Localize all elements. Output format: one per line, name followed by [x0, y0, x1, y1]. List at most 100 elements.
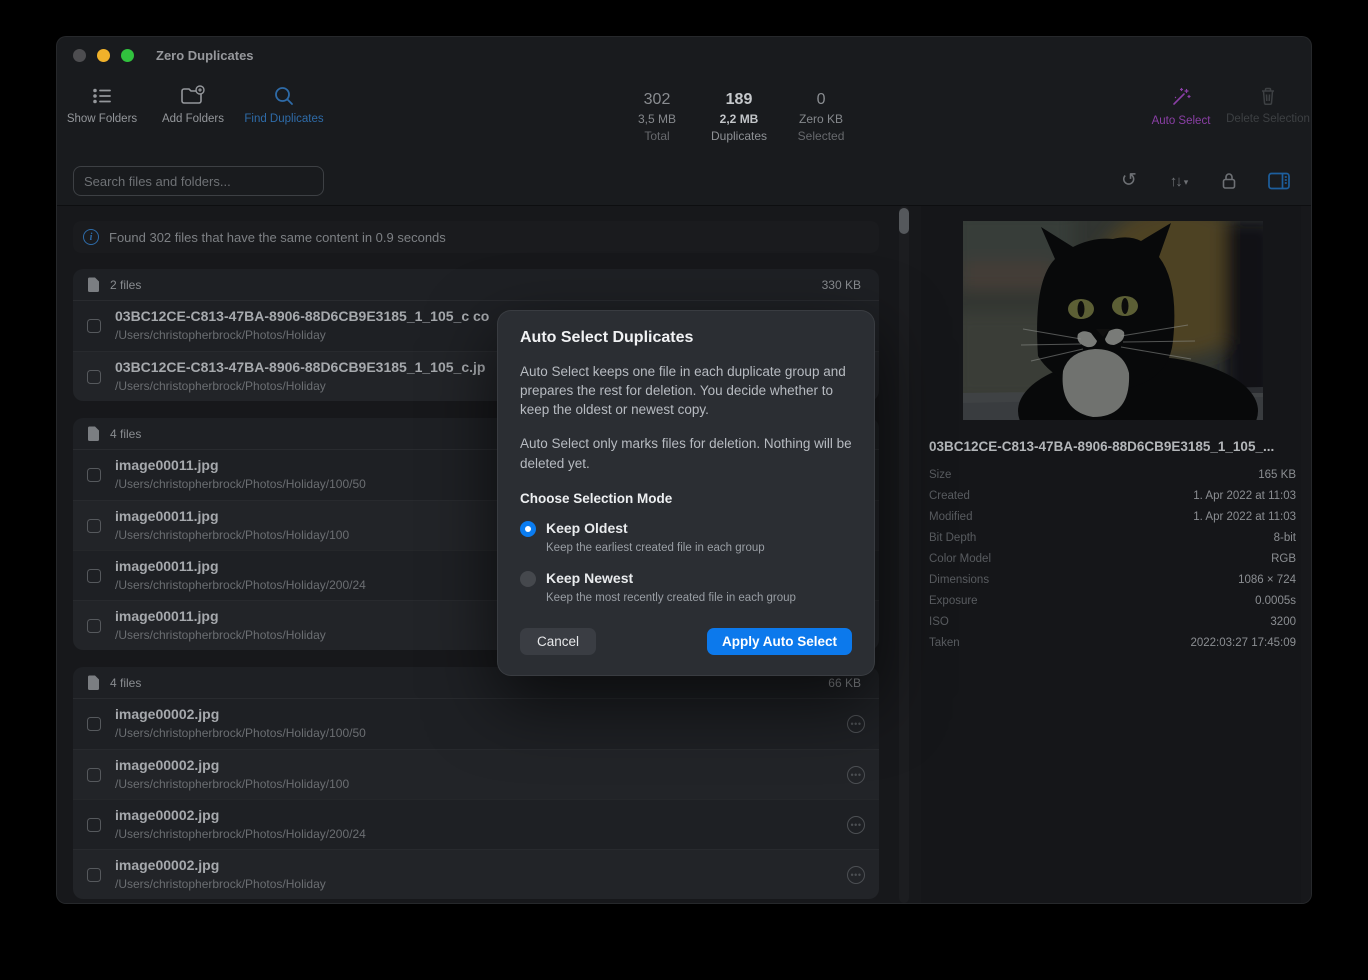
detail-row: Exposure0.0005s — [929, 590, 1296, 611]
delete-selection-label: Delete Selection — [1226, 112, 1310, 126]
apply-auto-select-button[interactable]: Apply Auto Select — [707, 628, 852, 655]
file-checkbox[interactable] — [87, 868, 101, 882]
trash-icon — [1257, 85, 1279, 107]
file-checkbox[interactable] — [87, 319, 101, 333]
lock-icon — [1220, 171, 1238, 191]
keep-oldest-label: Keep Oldest — [546, 520, 628, 536]
stats-summary: 302 3,5 MB Total 189 2,2 MB Duplicates 0… — [629, 91, 849, 143]
list-icon — [91, 85, 113, 107]
auto-select-dialog: Auto Select Duplicates Auto Select keeps… — [497, 310, 875, 676]
detail-row: Taken2022:03:27 17:45:09 — [929, 632, 1296, 653]
file-name: image00002.jpg — [115, 757, 219, 773]
minimize-window-button[interactable] — [97, 49, 110, 62]
file-checkbox[interactable] — [87, 519, 101, 533]
lock-button[interactable] — [1215, 167, 1243, 195]
file-checkbox[interactable] — [87, 619, 101, 633]
file-path: /Users/christopherbrock/Photos/Holiday — [115, 379, 326, 393]
group-file-count: 2 files — [110, 278, 141, 292]
file-checkbox[interactable] — [87, 717, 101, 731]
detail-filename: 03BC12CE-C813-47BA-8906-88D6CB9E3185_1_1… — [929, 439, 1296, 454]
scrollbar-thumb[interactable] — [899, 208, 909, 234]
group-size: 330 KB — [822, 278, 861, 292]
file-row[interactable]: image00002.jpg/Users/christopherbrock/Ph… — [73, 749, 879, 799]
add-folders-label: Add Folders — [162, 112, 224, 126]
undo-button[interactable]: ↺ — [1115, 167, 1143, 195]
file-path: /Users/christopherbrock/Photos/Holiday/1… — [115, 528, 349, 542]
keep-oldest-description: Keep the earliest created file in each g… — [546, 542, 765, 554]
stat-selected: 0 Zero KB Selected — [793, 91, 849, 143]
stat-selected-label: Selected — [798, 129, 845, 143]
file-icon — [87, 675, 100, 691]
preview-image — [963, 221, 1263, 420]
toggle-sidebar-button[interactable] — [1265, 167, 1293, 195]
radio-selected-icon[interactable] — [520, 521, 536, 537]
scrollbar-track[interactable] — [899, 206, 909, 903]
keep-newest-option[interactable]: Keep Newest Keep the most recently creat… — [520, 570, 852, 606]
file-path: /Users/christopherbrock/Photos/Holiday — [115, 328, 326, 342]
result-banner-text: Found 302 files that have the same conte… — [109, 230, 446, 245]
file-checkbox[interactable] — [87, 370, 101, 384]
file-checkbox[interactable] — [87, 768, 101, 782]
window-title: Zero Duplicates — [156, 48, 254, 63]
file-checkbox[interactable] — [87, 818, 101, 832]
stat-duplicates-count: 189 — [726, 91, 753, 109]
file-name: image00011.jpg — [115, 608, 219, 624]
dialog-paragraph: Auto Select only marks files for deletio… — [520, 434, 852, 472]
dialog-title: Auto Select Duplicates — [520, 329, 852, 347]
keep-newest-description: Keep the most recently created file in e… — [546, 592, 796, 604]
show-folders-button[interactable]: Show Folders — [56, 85, 150, 126]
detail-row: Created1. Apr 2022 at 11:03 — [929, 485, 1296, 506]
more-options-icon[interactable]: ••• — [847, 816, 865, 834]
stat-total: 302 3,5 MB Total — [629, 91, 685, 143]
info-icon: i — [83, 229, 99, 245]
file-row[interactable]: image00002.jpg/Users/christopherbrock/Ph… — [73, 699, 879, 749]
toolbar: Show Folders Add Folders Find Duplicates… — [57, 73, 1311, 156]
more-options-icon[interactable]: ••• — [847, 766, 865, 784]
folder-plus-icon — [180, 85, 206, 107]
close-window-button[interactable] — [73, 49, 86, 62]
search-input[interactable] — [73, 166, 324, 196]
duplicate-group: 4 files 66 KB image00002.jpg/Users/chris… — [73, 667, 879, 899]
add-folders-button[interactable]: Add Folders — [145, 85, 241, 126]
file-checkbox[interactable] — [87, 468, 101, 482]
detail-row: Color ModelRGB — [929, 548, 1296, 569]
stat-duplicates-size: 2,2 MB — [720, 112, 759, 126]
delete-selection-button[interactable]: Delete Selection — [1220, 85, 1312, 126]
sort-button[interactable]: ↑↓▾ — [1165, 167, 1193, 195]
detail-row: Dimensions1086 × 724 — [929, 569, 1296, 590]
group-file-count: 4 files — [110, 427, 141, 441]
file-name: 03BC12CE-C813-47BA-8906-88D6CB9E3185_1_1… — [115, 359, 485, 375]
titlebar: Zero Duplicates — [57, 37, 1311, 73]
file-name: image00011.jpg — [115, 508, 219, 524]
file-name: 03BC12CE-C813-47BA-8906-88D6CB9E3185_1_1… — [115, 308, 489, 324]
file-icon — [87, 277, 100, 293]
file-path: /Users/christopherbrock/Photos/Holiday — [115, 628, 326, 642]
auto-select-button[interactable]: Auto Select — [1133, 85, 1229, 128]
detail-sidebar: 03BC12CE-C813-47BA-8906-88D6CB9E3185_1_1… — [921, 206, 1301, 903]
find-duplicates-button[interactable]: Find Duplicates — [236, 85, 332, 126]
keep-newest-label: Keep Newest — [546, 570, 633, 586]
stat-selected-size: Zero KB — [799, 112, 843, 126]
undo-icon: ↺ — [1121, 169, 1137, 192]
file-row[interactable]: image00002.jpg/Users/christopherbrock/Ph… — [73, 849, 879, 899]
detail-row: Size165 KB — [929, 464, 1296, 485]
file-name: image00002.jpg — [115, 857, 219, 873]
dialog-paragraph: Auto Select keeps one file in each dupli… — [520, 362, 852, 419]
more-options-icon[interactable]: ••• — [847, 715, 865, 733]
cancel-button[interactable]: Cancel — [520, 628, 596, 655]
find-duplicates-label: Find Duplicates — [244, 112, 323, 126]
radio-unselected-icon[interactable] — [520, 571, 536, 587]
file-row[interactable]: image00002.jpg/Users/christopherbrock/Ph… — [73, 799, 879, 849]
sidebar-panel-icon — [1267, 171, 1291, 191]
more-options-icon[interactable]: ••• — [847, 866, 865, 884]
search-row: ↺ ↑↓▾ — [57, 156, 1311, 206]
show-folders-label: Show Folders — [67, 112, 137, 126]
file-path: /Users/christopherbrock/Photos/Holiday — [115, 877, 326, 891]
stat-duplicates-label: Duplicates — [711, 129, 767, 143]
file-path: /Users/christopherbrock/Photos/Holiday/2… — [115, 578, 366, 592]
result-banner: i Found 302 files that have the same con… — [73, 221, 879, 253]
zoom-window-button[interactable] — [121, 49, 134, 62]
file-icon — [87, 426, 100, 442]
keep-oldest-option[interactable]: Keep Oldest Keep the earliest created fi… — [520, 520, 852, 556]
file-checkbox[interactable] — [87, 569, 101, 583]
